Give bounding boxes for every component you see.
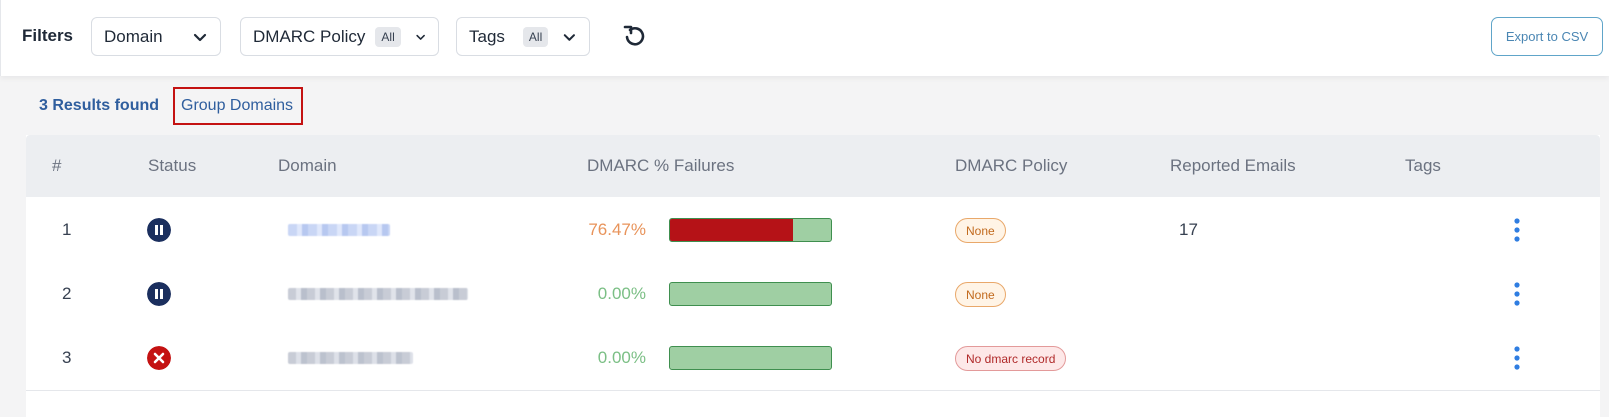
dmarc-policy-badge: None [955, 282, 1006, 307]
pause-icon [147, 282, 171, 306]
row-index: 3 [62, 348, 72, 367]
pause-icon [147, 218, 171, 242]
more-options-icon[interactable] [1509, 342, 1525, 374]
dmarc-policy-filter-label: DMARC Policy [253, 26, 366, 46]
dmarc-failure-bar [669, 282, 832, 306]
dmarc-policy-filter-dropdown[interactable]: DMARC Policy All [240, 17, 439, 56]
filter-bar: Filters Domain DMARC Policy All Tags All… [0, 0, 1609, 76]
table-header: # Status Domain DMARC % Failures DMARC P… [26, 135, 1600, 201]
results-count: 3 Results found [39, 97, 160, 114]
domain-filter-dropdown[interactable]: Domain [91, 17, 221, 56]
export-csv-button[interactable]: Export to CSV [1491, 17, 1603, 56]
domain-name-redacted[interactable] [288, 352, 413, 364]
column-header-dmarc-policy[interactable]: DMARC Policy [955, 156, 1067, 176]
chevron-down-icon [564, 33, 576, 41]
domain-name-redacted[interactable] [288, 288, 468, 300]
tags-filter-dropdown[interactable]: Tags All [456, 17, 590, 56]
domains-table: # Status Domain DMARC % Failures DMARC P… [26, 135, 1600, 417]
tags-all-badge: All [522, 26, 549, 47]
chevron-down-icon [193, 33, 207, 41]
row-index: 2 [62, 284, 72, 303]
refresh-icon[interactable] [621, 22, 649, 50]
domain-filter-label: Domain [104, 26, 163, 46]
error-x-icon [147, 346, 171, 370]
dmarc-policy-badge: None [955, 218, 1006, 243]
table-row[interactable]: 1 76.47% None 17 [26, 197, 1600, 263]
column-header-dmarc-failures[interactable]: DMARC % Failures [587, 156, 734, 176]
dmarc-failure-percent: 0.00% [597, 348, 646, 367]
table-row[interactable]: 2 0.00% None [26, 261, 1600, 327]
column-header-status[interactable]: Status [148, 156, 196, 176]
dmarc-policy-badge: No dmarc record [955, 346, 1067, 371]
column-header-index[interactable]: # [52, 156, 61, 176]
group-domains-link[interactable]: Group Domains [173, 87, 303, 125]
dmarc-failure-percent: 0.00% [597, 284, 646, 303]
reported-emails-count: 17 [1179, 220, 1198, 239]
domain-name-redacted[interactable] [288, 224, 390, 236]
dmarc-failure-bar [669, 346, 832, 370]
chevron-down-icon [416, 34, 425, 40]
column-header-reported-emails[interactable]: Reported Emails [1170, 156, 1296, 176]
more-options-icon[interactable] [1509, 278, 1525, 310]
more-options-icon[interactable] [1509, 214, 1525, 246]
dmarc-failure-percent: 76.47% [588, 220, 646, 239]
filters-label: Filters [22, 26, 74, 45]
table-row[interactable]: 3 0.00% No dmarc record [26, 325, 1600, 391]
column-header-tags[interactable]: Tags [1405, 156, 1441, 176]
dmarc-failure-bar [669, 218, 832, 242]
dmarc-policy-all-badge: All [375, 26, 401, 47]
dmarc-failure-bar-fill [670, 219, 794, 241]
column-header-domain[interactable]: Domain [278, 156, 337, 176]
row-index: 1 [62, 220, 72, 239]
tags-filter-label: Tags [469, 26, 505, 46]
